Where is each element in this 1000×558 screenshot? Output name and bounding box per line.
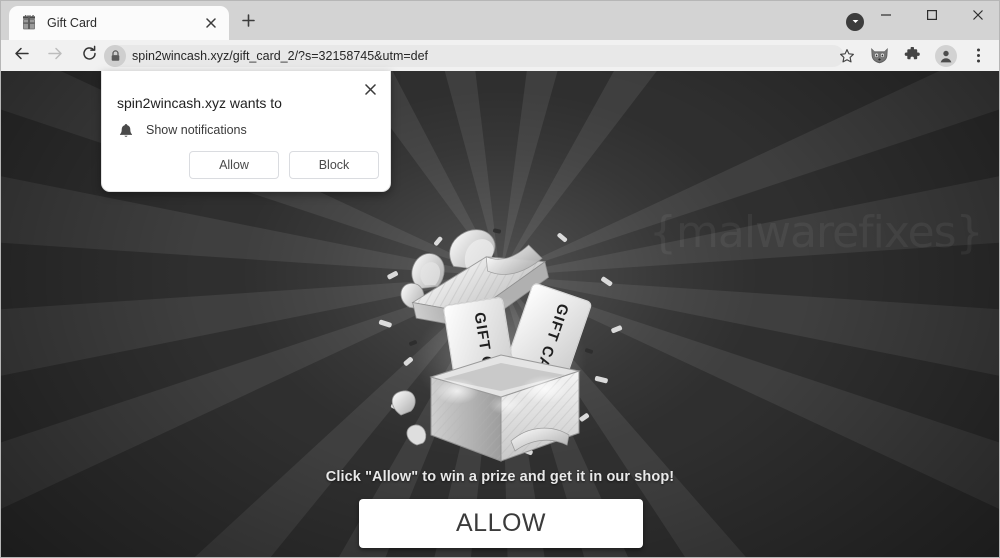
notification-permission-dialog: spin2wincash.xyz wants to Show notificat…	[101, 71, 391, 192]
fox-extension-icon[interactable]	[866, 42, 893, 69]
allow-permission-button[interactable]: Allow	[189, 151, 279, 179]
bookmark-star-icon[interactable]	[833, 42, 860, 69]
tab-strip: Gift Card	[1, 1, 999, 40]
block-permission-button[interactable]: Block	[289, 151, 379, 179]
close-tab-icon[interactable]	[201, 13, 221, 33]
gift-box-favicon	[21, 14, 37, 31]
minimize-button[interactable]	[863, 1, 909, 33]
profile-avatar-icon[interactable]	[932, 42, 959, 69]
plus-icon	[241, 14, 255, 32]
gift-box-illustration: GIFT CARD GIFT CARD	[378, 228, 623, 462]
window-controls	[863, 1, 999, 40]
back-button[interactable]	[7, 42, 35, 70]
reload-icon	[81, 45, 98, 67]
allow-button[interactable]: ALLOW	[359, 499, 643, 548]
lock-icon[interactable]	[104, 45, 126, 67]
address-bar[interactable]: spin2wincash.xyz/gift_card_2/?s=32158745…	[104, 45, 844, 67]
browser-tab[interactable]: Gift Card	[9, 6, 229, 40]
permission-label: Show notifications	[146, 123, 247, 137]
avatar	[934, 44, 957, 67]
close-window-button[interactable]	[955, 1, 999, 33]
watermark-text: {malwarefixes}	[649, 207, 984, 258]
bell-icon	[117, 121, 135, 139]
back-arrow-icon	[13, 45, 30, 67]
permission-actions: Allow Block	[179, 151, 379, 179]
maximize-button[interactable]	[909, 1, 955, 33]
page-tagline: Click "Allow" to win a prize and get it …	[325, 469, 675, 485]
close-window-icon	[972, 8, 984, 26]
chrome-menu-icon[interactable]	[965, 42, 992, 69]
toolbar-icons	[830, 42, 995, 69]
tab-search-button[interactable]	[846, 13, 864, 31]
browser-window: Gift Card spin2wincash.xyz/gift_card_2/?…	[0, 0, 1000, 558]
minimize-icon	[880, 8, 892, 26]
permission-dialog-title: spin2wincash.xyz wants to	[117, 95, 282, 111]
chevron-down-icon	[851, 13, 860, 31]
extensions-puzzle-icon[interactable]	[899, 42, 926, 69]
forward-button	[41, 42, 69, 70]
tab-title: Gift Card	[47, 16, 98, 30]
close-icon[interactable]	[358, 77, 382, 101]
new-tab-button[interactable]	[235, 10, 261, 36]
reload-button[interactable]	[75, 42, 103, 70]
maximize-icon	[926, 8, 938, 26]
forward-arrow-icon	[47, 45, 64, 67]
url-text: spin2wincash.xyz/gift_card_2/?s=32158745…	[132, 49, 429, 63]
permission-row: Show notifications	[117, 121, 247, 139]
